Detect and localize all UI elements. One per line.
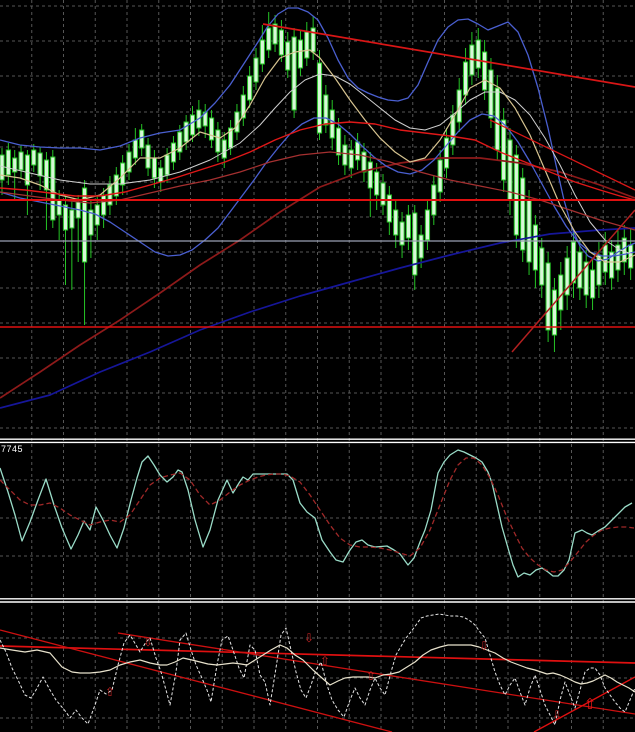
candle-body	[145, 144, 151, 169]
candle-body	[259, 39, 265, 65]
candle-body	[424, 209, 431, 241]
candle-body	[462, 61, 469, 96]
candle-body	[475, 39, 481, 69]
candle-body	[50, 156, 56, 221]
price-chart-canvas[interactable]: ⇩ ⇧ ⇩ ⇧ ⇧ ⇩ ⇩ ⇧	[0, 0, 635, 732]
candle-body	[297, 39, 304, 69]
candle-body	[164, 154, 170, 176]
signal-arrow-up-icon: ⇧	[105, 685, 115, 699]
oscillator-value-label: 7745	[1, 444, 24, 454]
candle-body	[545, 262, 551, 331]
candle-body	[488, 69, 494, 119]
candle-body	[215, 129, 221, 153]
candle-body	[101, 194, 107, 216]
candle-body	[589, 269, 596, 299]
signal-arrow-down-icon: ⇩	[552, 708, 562, 722]
candle-body	[482, 51, 488, 91]
candle-body	[335, 127, 342, 156]
candle-body	[539, 247, 545, 286]
candle-body	[443, 137, 450, 169]
candle-body	[323, 94, 329, 126]
candle-body	[380, 182, 386, 206]
trading-chart-window: 7745 ⇩ ⇧ ⇩ ⇧ ⇧ ⇩ ⇩ ⇧	[0, 0, 635, 732]
candle-body	[62, 204, 69, 231]
signal-arrow-up-icon: ⇧	[366, 669, 376, 683]
candle-body	[132, 139, 138, 159]
candle-body	[139, 129, 145, 149]
candle-body	[247, 75, 253, 101]
candle-body	[0, 154, 5, 181]
candle-body	[602, 244, 608, 273]
candle-body	[418, 234, 424, 259]
candle-body	[412, 212, 418, 276]
candle-body	[37, 152, 43, 177]
candle-body	[69, 209, 75, 229]
candle-body	[437, 159, 443, 193]
candle-body	[348, 149, 354, 169]
candle-body	[558, 274, 564, 311]
candle-body	[513, 154, 519, 236]
candle-body	[43, 159, 50, 191]
candle-body	[393, 209, 399, 236]
candle-body	[374, 171, 380, 196]
candle-body	[577, 251, 583, 289]
candle-body	[405, 214, 411, 239]
candle-body	[253, 57, 259, 83]
candle-body	[316, 62, 323, 134]
candle-body	[189, 114, 196, 136]
candle-body	[151, 157, 158, 179]
signal-arrow-down-icon: ⇩	[143, 635, 153, 649]
candle-body	[266, 27, 272, 51]
candle-body	[278, 29, 284, 56]
candle-body	[367, 161, 373, 189]
candle-body	[221, 139, 227, 159]
candle-body	[501, 119, 507, 181]
candle-body	[507, 139, 513, 201]
candle-body	[18, 151, 24, 171]
candle-body	[342, 144, 348, 166]
signal-arrow-up-icon: ⇧	[320, 654, 330, 668]
signal-arrow-down-icon: ⇩	[304, 631, 314, 645]
candle-body	[31, 149, 37, 166]
candle-body	[532, 224, 538, 271]
candle-body	[56, 199, 62, 216]
candle-body	[304, 31, 310, 59]
candle-body	[526, 199, 532, 263]
candle-body	[158, 167, 164, 183]
candle-body	[570, 241, 577, 284]
candle-body	[355, 141, 361, 161]
candle-body	[291, 36, 297, 111]
candle-body	[208, 117, 215, 141]
signal-arrow-down-icon: ⇩	[479, 639, 489, 653]
candle-body	[551, 289, 558, 336]
candle-body	[5, 149, 11, 176]
signal-arrow-up-icon: ⇧	[584, 695, 597, 713]
